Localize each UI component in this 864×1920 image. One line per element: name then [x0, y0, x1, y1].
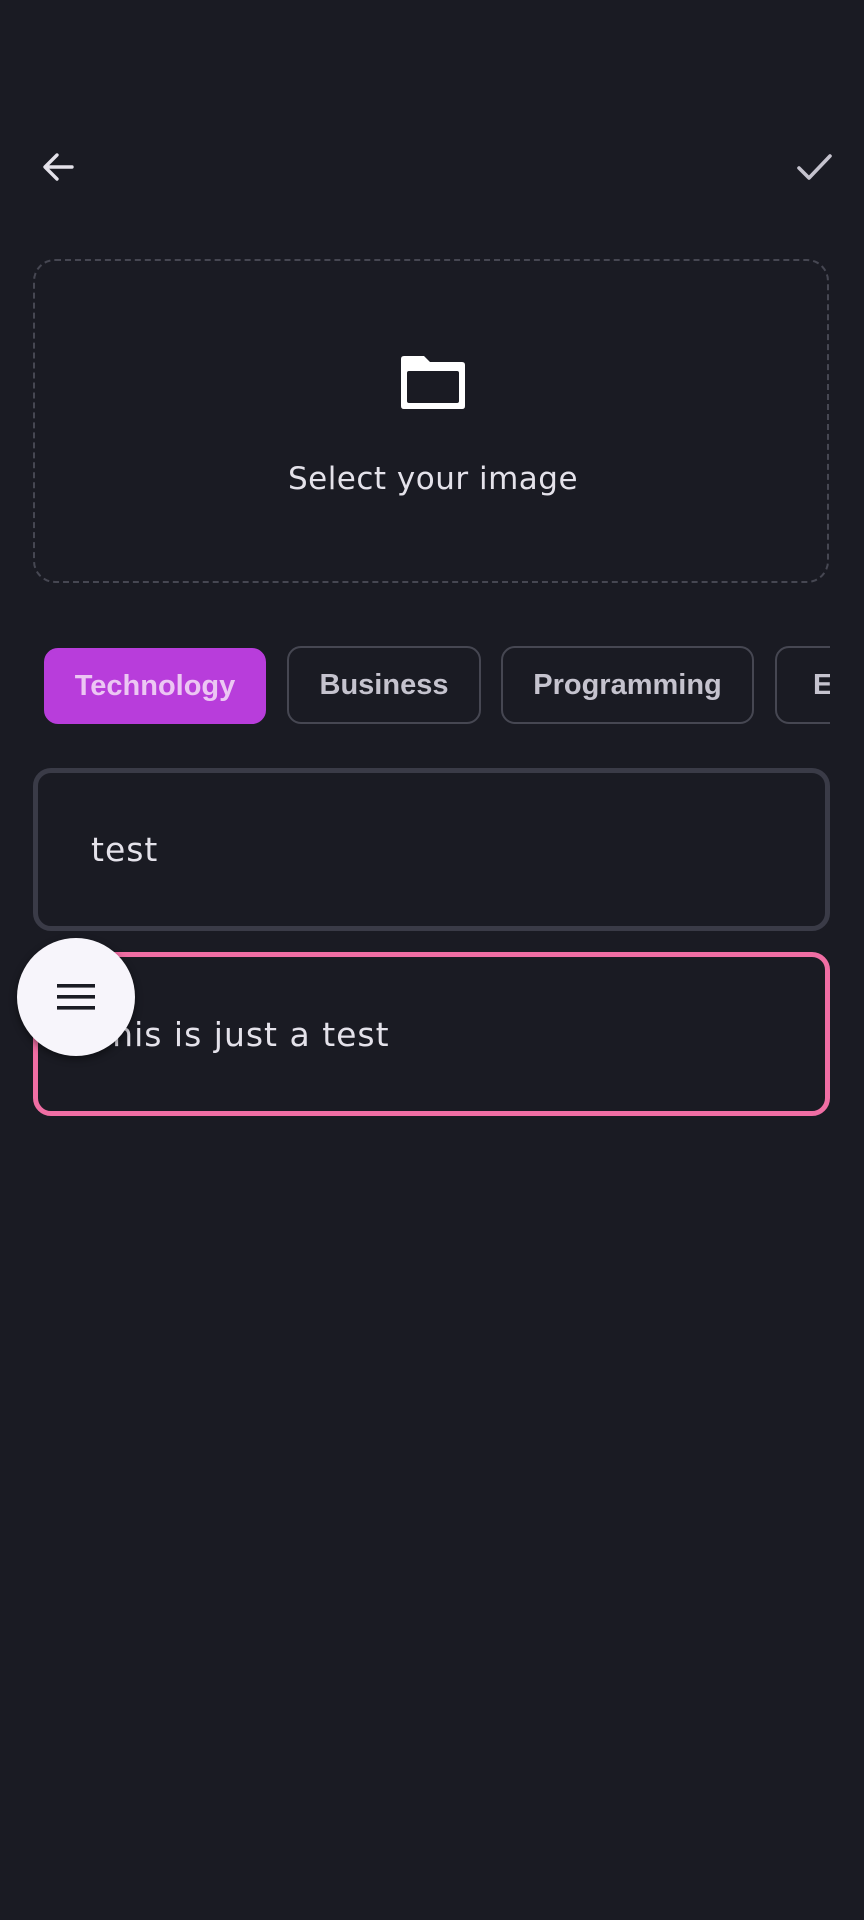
arrow-left-icon: [43, 153, 74, 181]
category-chip-row: Technology Business Programming En: [33, 646, 830, 726]
category-chip-technology[interactable]: Technology: [44, 648, 266, 724]
image-picker[interactable]: Select your image: [33, 259, 829, 583]
description-input[interactable]: This is just a test: [33, 952, 830, 1116]
check-icon: [797, 154, 832, 180]
confirm-button[interactable]: [778, 131, 850, 203]
image-picker-label: Select your image: [287, 461, 579, 497]
menu-fab-button[interactable]: [17, 938, 135, 1056]
category-chip-programming[interactable]: Programming: [501, 646, 754, 724]
category-chip-business[interactable]: Business: [287, 646, 481, 724]
menu-icon: [57, 984, 95, 1010]
back-button[interactable]: [22, 131, 94, 203]
title-input[interactable]: test: [33, 768, 830, 931]
category-chip-partial[interactable]: En: [775, 646, 830, 724]
top-app-bar: [0, 0, 864, 240]
title-input-value: test: [91, 830, 159, 869]
folder-icon: [401, 356, 465, 409]
